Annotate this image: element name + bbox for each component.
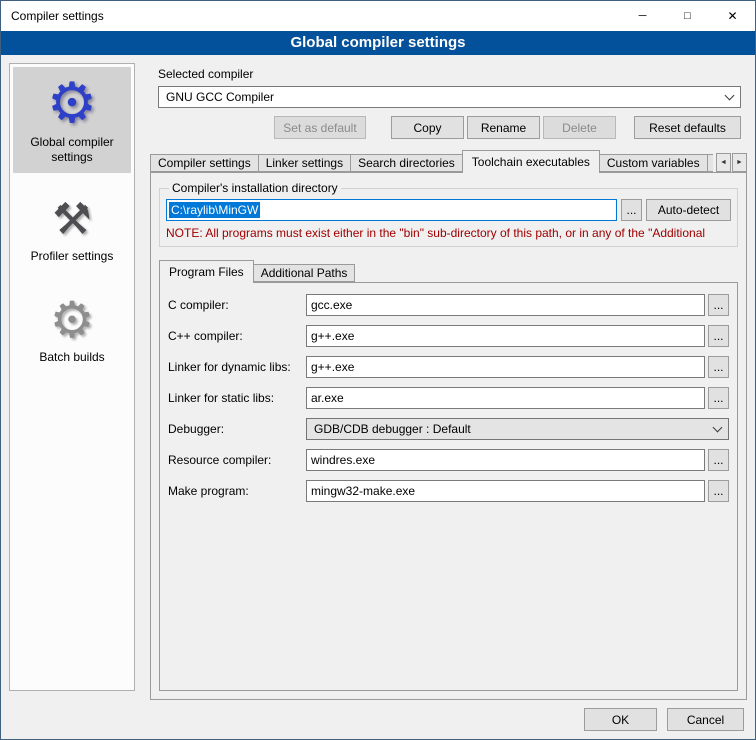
settings-category-sidebar: ⚙ Global compiler settings ⚒ Profiler se… (9, 63, 135, 691)
main-settings-area: Selected compiler GNU GCC Compiler Set a… (150, 61, 747, 700)
page-title: Global compiler settings (1, 31, 755, 55)
install-dir-input[interactable]: C:\raylib\MinGW (166, 199, 617, 221)
cancel-button[interactable]: Cancel (667, 708, 744, 731)
debugger-select[interactable]: GDB/CDB debugger : Default (306, 418, 729, 440)
form-row-static-linker: Linker for static libs: ... (168, 387, 729, 409)
gear-blue-icon: ⚙ (15, 71, 129, 135)
form-row-c-compiler: C compiler: ... (168, 294, 729, 316)
form-row-debugger: Debugger: GDB/CDB debugger : Default (168, 418, 729, 440)
form-row-cpp-compiler: C++ compiler: ... (168, 325, 729, 347)
sidebar-item-label: Global compiler settings (30, 135, 113, 164)
cpp-compiler-input[interactable] (306, 325, 705, 347)
form-row-dynamic-linker: Linker for dynamic libs: ... (168, 356, 729, 378)
form-row-resource-compiler: Resource compiler: ... (168, 449, 729, 471)
resource-compiler-label: Resource compiler: (168, 453, 306, 467)
static-linker-input[interactable] (306, 387, 705, 409)
ok-button[interactable]: OK (584, 708, 657, 731)
tab-linker-settings[interactable]: Linker settings (258, 154, 351, 172)
window-controls: ─ □ ✕ (620, 1, 755, 31)
delete-button[interactable]: Delete (543, 116, 616, 139)
set-as-default-button[interactable]: Set as default (274, 116, 366, 139)
rename-button[interactable]: Rename (467, 116, 540, 139)
minimize-button[interactable]: ─ (620, 1, 665, 31)
installation-directory-group-title: Compiler's installation directory (169, 181, 341, 195)
sidebar-item-label: Batch builds (39, 350, 104, 364)
form-row-make-program: Make program: ... (168, 480, 729, 502)
subtab-program-files[interactable]: Program Files (159, 260, 254, 283)
make-program-label: Make program: (168, 484, 306, 498)
installation-directory-row: C:\raylib\MinGW ... Auto-detect (166, 199, 731, 221)
maximize-button[interactable]: □ (665, 1, 710, 31)
dynamic-linker-browse-button[interactable]: ... (708, 356, 729, 378)
debugger-label: Debugger: (168, 422, 306, 436)
toolchain-executables-panel: Compiler's installation directory C:\ray… (150, 172, 747, 700)
installation-directory-group: Compiler's installation directory C:\ray… (159, 181, 738, 247)
compiler-action-buttons: Set as default Copy Rename Delete Reset … (150, 116, 741, 139)
c-compiler-input[interactable] (306, 294, 705, 316)
tab-scroll-right-icon[interactable]: ► (732, 153, 747, 172)
dialog-content: ⚙ Global compiler settings ⚒ Profiler se… (1, 55, 755, 739)
c-compiler-label: C compiler: (168, 298, 306, 312)
titlebar: Compiler settings ─ □ ✕ (1, 1, 755, 31)
selected-compiler-dropdown[interactable]: GNU GCC Compiler (158, 86, 741, 108)
copy-button[interactable]: Copy (391, 116, 464, 139)
dialog-footer: OK Cancel (584, 708, 744, 731)
dynamic-linker-input[interactable] (306, 356, 705, 378)
static-linker-label: Linker for static libs: (168, 391, 306, 405)
cpp-compiler-browse-button[interactable]: ... (708, 325, 729, 347)
tab-compiler-settings[interactable]: Compiler settings (150, 154, 259, 172)
bin-subdirectory-note: NOTE: All programs must exist either in … (166, 226, 731, 240)
chevron-down-icon (725, 90, 735, 100)
resource-compiler-browse-button[interactable]: ... (708, 449, 729, 471)
dynamic-linker-label: Linker for dynamic libs: (168, 360, 306, 374)
tab-scroll-left-icon[interactable]: ◄ (716, 153, 731, 172)
tab-scroll-controls: ◄ ► (713, 153, 747, 172)
debugger-selected-value: GDB/CDB debugger : Default (314, 422, 471, 436)
profiler-tool-icon: ⚒ (15, 191, 129, 249)
install-dir-browse-button[interactable]: ... (621, 199, 642, 221)
c-compiler-browse-button[interactable]: ... (708, 294, 729, 316)
sidebar-item-global-compiler-settings[interactable]: ⚙ Global compiler settings (13, 67, 131, 173)
gear-gray-icon: ⚙ (15, 290, 129, 350)
window-title: Compiler settings (1, 9, 104, 23)
tab-custom-variables[interactable]: Custom variables (599, 154, 708, 172)
chevron-down-icon (713, 422, 723, 432)
selected-compiler-value: GNU GCC Compiler (166, 90, 274, 104)
auto-detect-button[interactable]: Auto-detect (646, 199, 731, 221)
install-dir-selected-text: C:\raylib\MinGW (169, 202, 260, 218)
reset-defaults-button[interactable]: Reset defaults (634, 116, 741, 139)
close-button[interactable]: ✕ (710, 1, 755, 31)
cpp-compiler-label: C++ compiler: (168, 329, 306, 343)
sidebar-item-profiler-settings[interactable]: ⚒ Profiler settings (13, 187, 131, 272)
tab-toolchain-executables[interactable]: Toolchain executables (462, 150, 600, 173)
static-linker-browse-button[interactable]: ... (708, 387, 729, 409)
settings-tab-strip: Compiler settings Linker settings Search… (150, 150, 747, 173)
compiler-settings-window: Compiler settings ─ □ ✕ Global compiler … (0, 0, 756, 740)
selected-compiler-label: Selected compiler (158, 67, 747, 82)
make-program-input[interactable] (306, 480, 705, 502)
tab-search-directories[interactable]: Search directories (350, 154, 463, 172)
sidebar-item-batch-builds[interactable]: ⚙ Batch builds (13, 286, 131, 373)
program-files-tab-strip: Program Files Additional Paths (159, 260, 738, 283)
make-program-browse-button[interactable]: ... (708, 480, 729, 502)
resource-compiler-input[interactable] (306, 449, 705, 471)
subtab-additional-paths[interactable]: Additional Paths (253, 264, 356, 282)
sidebar-item-label: Profiler settings (31, 249, 114, 263)
program-files-panel: C compiler: ... C++ compiler: ... Linker… (159, 282, 738, 691)
